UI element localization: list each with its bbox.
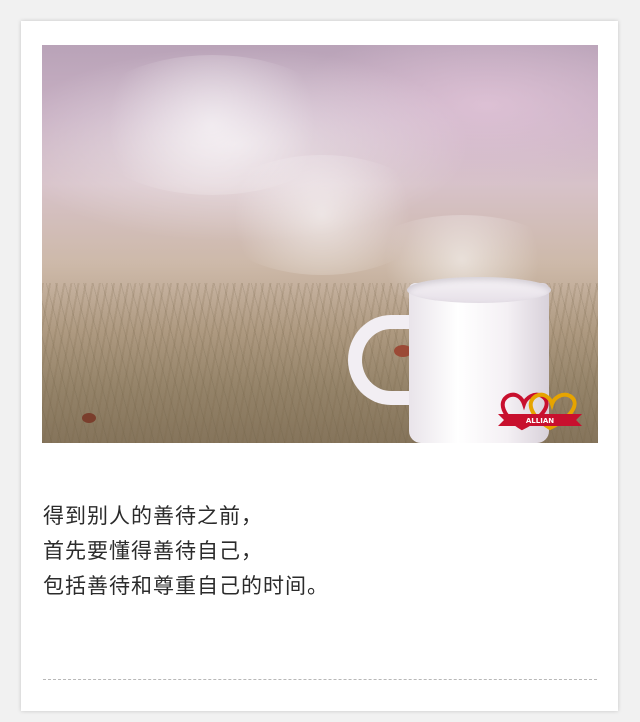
coffee-mug-photo: ALLIAN [42, 45, 598, 443]
mug-rim [407, 277, 551, 303]
leaf [82, 413, 96, 423]
post-card: ALLIAN 得到别人的善待之前， 首先要懂得善待自己， 包括善待和尊重自己的时… [21, 21, 618, 711]
quote-line-1: 得到别人的善待之前， [43, 504, 263, 528]
quote-line-3: 包括善待和尊重自己的时间。 [43, 574, 329, 598]
quote-line-2: 首先要懂得善待自己， [43, 539, 263, 563]
logo-text: ALLIAN [526, 417, 554, 425]
allian-logo-icon: ALLIAN [498, 392, 582, 431]
dashed-divider [43, 679, 597, 680]
quote-text: 得到别人的善待之前， 首先要懂得善待自己， 包括善待和尊重自己的时间。 [43, 499, 583, 604]
